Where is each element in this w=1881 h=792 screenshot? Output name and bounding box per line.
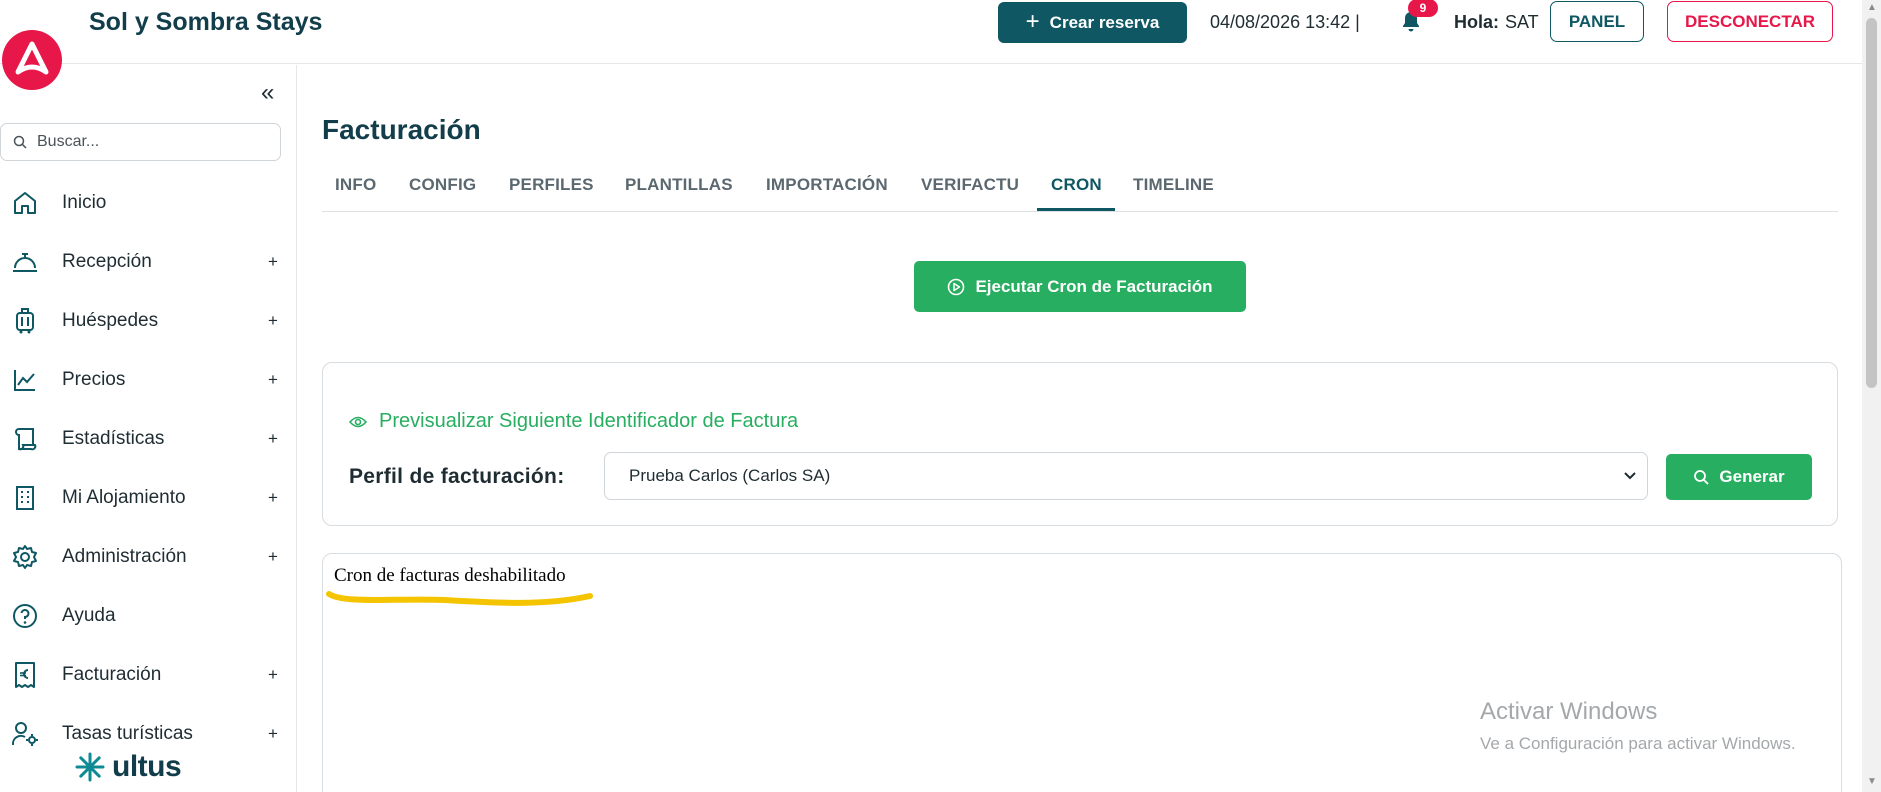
collapse-sidebar-icon[interactable]: « — [261, 79, 274, 107]
watermark-title: Activar Windows — [1480, 698, 1658, 725]
billing-profile-value: Prueba Carlos (Carlos SA) — [629, 466, 831, 485]
sidebar-item-recepcion[interactable]: Recepción + — [0, 232, 297, 291]
preview-next-invoice-link[interactable]: Previsualizar Siguiente Identificador de… — [349, 410, 798, 433]
run-cron-label: Ejecutar Cron de Facturación — [975, 276, 1213, 296]
generate-label: Generar — [1719, 467, 1785, 486]
plus-icon: + — [1025, 7, 1040, 35]
logout-button[interactable]: DESCONECTAR — [1667, 1, 1833, 42]
yellow-highlight-mark — [326, 591, 593, 606]
scroll-icon — [11, 425, 39, 453]
page-title: Facturación — [322, 114, 481, 145]
tab-bar: INFO CONFIG PERFILES PLANTILLAS IMPORTAC… — [322, 165, 1838, 212]
preview-card: Previsualizar Siguiente Identificador de… — [322, 362, 1838, 526]
panel-button[interactable]: PANEL — [1550, 1, 1644, 42]
sidebar-search[interactable] — [0, 123, 281, 161]
tab-importacion[interactable]: IMPORTACIÓN — [766, 175, 888, 195]
generate-button[interactable]: Generar — [1666, 454, 1812, 500]
tab-config[interactable]: CONFIG — [409, 175, 476, 195]
search-icon — [1694, 470, 1710, 485]
bell-desk-icon — [11, 248, 39, 276]
expand-plus-icon[interactable]: + — [268, 665, 278, 685]
active-tab-indicator — [1037, 208, 1115, 211]
scroll-down-arrow-icon[interactable]: ▼ — [1867, 776, 1877, 787]
ultus-brand-label: ultus — [112, 750, 182, 783]
sidebar-item-inicio[interactable]: Inicio — [0, 173, 297, 232]
sidebar-item-label: Estadísticas — [62, 427, 165, 449]
sidebar-item-mi-alojamiento[interactable]: Mi Alojamiento + — [0, 468, 297, 527]
chevron-down-icon — [1624, 472, 1636, 480]
search-icon — [13, 135, 27, 149]
sidebar-item-administracion[interactable]: Administración + — [0, 527, 297, 586]
billing-profile-label: Perfil de facturación: — [349, 465, 565, 488]
preview-link-label: Previsualizar Siguiente Identificador de… — [379, 410, 799, 432]
tab-plantillas[interactable]: PLANTILLAS — [625, 175, 733, 195]
ultus-brand: ultus — [74, 750, 182, 784]
sidebar-item-label: Huéspedes — [62, 309, 159, 331]
tab-cron[interactable]: CRON — [1051, 175, 1102, 195]
home-icon — [11, 189, 39, 217]
play-circle-icon — [948, 278, 965, 295]
run-cron-button[interactable]: Ejecutar Cron de Facturación — [914, 261, 1246, 312]
luggage-icon — [11, 307, 39, 335]
help-circle-icon — [11, 602, 39, 630]
windows-activation-watermark: Activar Windows Ve a Configuración para … — [1480, 698, 1796, 754]
gear-icon — [11, 543, 39, 571]
top-header: Sol y Sombra Stays + Crear reserva 04/08… — [0, 0, 1862, 64]
sidebar-item-facturacion[interactable]: Facturación + — [0, 645, 297, 704]
building-icon — [11, 484, 39, 512]
sidebar-item-label: Facturación — [62, 663, 162, 685]
watermark-subtitle: Ve a Configuración para activar Windows. — [1480, 734, 1796, 753]
sidebar-item-label: Tasas turísticas — [62, 722, 193, 744]
sidebar-item-label: Precios — [62, 368, 126, 390]
create-reservation-label: Crear reserva — [1049, 12, 1160, 32]
scroll-thumb[interactable] — [1866, 18, 1877, 388]
sidebar-item-label: Mi Alojamiento — [62, 486, 186, 508]
notification-count-badge: 9 — [1408, 0, 1438, 17]
page-scrollbar[interactable]: ▲ ▼ — [1862, 0, 1881, 792]
sidebar-item-label: Administración — [62, 545, 187, 567]
expand-plus-icon[interactable]: + — [268, 429, 278, 449]
search-input[interactable] — [37, 133, 267, 151]
sidebar: « Inicio Recepción + Huéspedes + — [0, 65, 297, 792]
sidebar-item-ayuda[interactable]: Ayuda — [0, 586, 297, 645]
expand-plus-icon[interactable]: + — [268, 311, 278, 331]
sidebar-item-precios[interactable]: Precios + — [0, 350, 297, 409]
user-greeting: Hola: SAT — [1454, 12, 1539, 33]
expand-plus-icon[interactable]: + — [268, 252, 278, 272]
sidebar-item-label: Inicio — [62, 191, 107, 213]
tab-info[interactable]: INFO — [335, 175, 376, 195]
create-reservation-button[interactable]: + Crear reserva — [998, 2, 1187, 43]
billing-profile-select[interactable]: Prueba Carlos (Carlos SA) — [604, 452, 1648, 500]
app-title: Sol y Sombra Stays — [89, 8, 323, 36]
sidebar-item-label: Recepción — [62, 250, 152, 272]
greeting-label: Hola: — [1454, 12, 1499, 32]
sidebar-item-label: Ayuda — [62, 604, 116, 626]
eye-icon — [349, 416, 367, 427]
expand-plus-icon[interactable]: + — [268, 370, 278, 390]
expand-plus-icon[interactable]: + — [268, 547, 278, 567]
scroll-up-arrow-icon[interactable]: ▲ — [1867, 2, 1877, 13]
expand-plus-icon[interactable]: + — [268, 488, 278, 508]
current-datetime: 04/08/2026 13:42 | — [1210, 12, 1360, 32]
sidebar-item-huespedes[interactable]: Huéspedes + — [0, 291, 297, 350]
chart-line-icon — [11, 366, 39, 394]
cron-output-panel: Cron de facturas deshabilitado Activar W… — [322, 553, 1842, 792]
sidebar-nav: Inicio Recepción + Huéspedes + Precios + — [0, 173, 297, 763]
expand-plus-icon[interactable]: + — [268, 724, 278, 744]
ultus-star-icon — [75, 752, 105, 782]
tab-perfiles[interactable]: PERFILES — [509, 175, 594, 195]
tab-timeline[interactable]: TIMELINE — [1133, 175, 1214, 195]
user-gear-icon — [11, 720, 39, 748]
sidebar-item-estadisticas[interactable]: Estadísticas + — [0, 409, 297, 468]
greeting-user: SAT — [1505, 12, 1539, 32]
receipt-euro-icon — [11, 661, 39, 689]
tab-verifactu[interactable]: VERIFACTU — [921, 175, 1019, 195]
